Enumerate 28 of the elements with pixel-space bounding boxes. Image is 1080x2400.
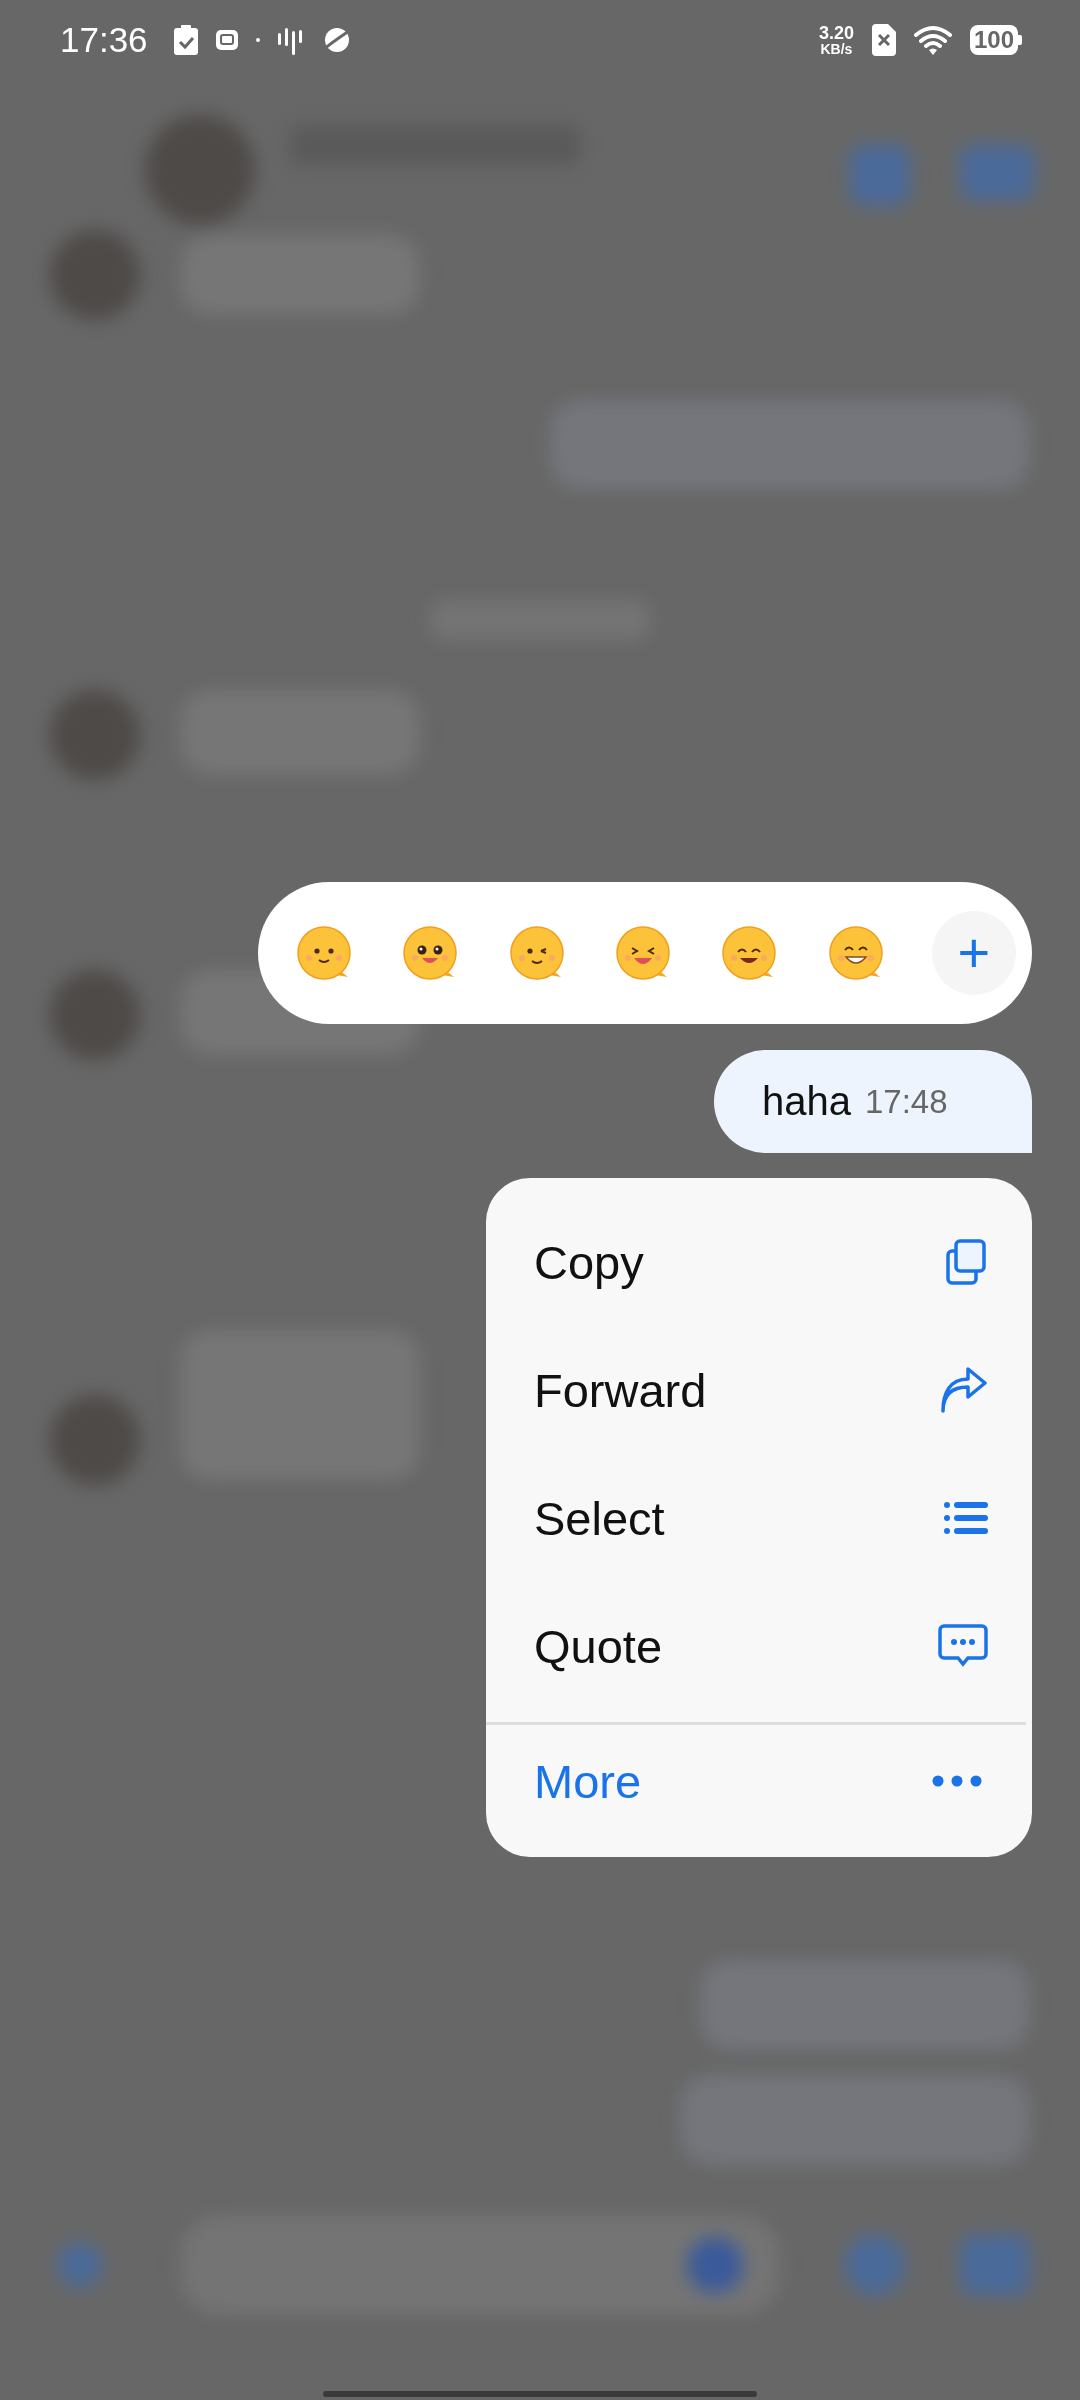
message-time: 17:48 — [865, 1082, 948, 1121]
blurred-add-icon — [58, 2243, 102, 2287]
blurred-video-icon — [960, 145, 1035, 200]
menu-item[interactable]: Quote — [486, 1582, 1032, 1710]
blurred-call-icon — [850, 145, 910, 205]
battery-indicator: 100 — [969, 25, 1022, 55]
message-text: haha — [762, 1079, 851, 1124]
share-arrow-icon — [940, 1367, 988, 1413]
clipboard-check-icon — [173, 25, 198, 55]
smiling-emoji-icon[interactable] — [294, 923, 354, 983]
menu-item[interactable]: Forward — [486, 1326, 1032, 1454]
blurred-send-icon — [687, 2237, 743, 2293]
squinting-laugh-emoji-icon[interactable] — [613, 923, 673, 983]
blurred-emoji-icon — [845, 2235, 905, 2295]
chat-bubble-icon — [938, 1624, 988, 1668]
more-icon — [932, 1775, 982, 1787]
wifi-icon — [913, 25, 952, 55]
menu-item[interactable]: Copy — [486, 1198, 1032, 1326]
sound-bars-icon — [277, 25, 302, 55]
app-notification-icon — [215, 30, 238, 50]
menu-item[interactable]: Select — [486, 1454, 1032, 1582]
copy-icon — [944, 1239, 988, 1285]
blurred-image-icon — [960, 2235, 1030, 2295]
add-reaction-button[interactable]: + — [931, 911, 1016, 995]
clock-time: 17:36 — [60, 20, 148, 60]
sim-card-x-icon — [871, 24, 896, 56]
network-speed: 3.20 KB/s — [818, 24, 854, 56]
list-icon — [944, 1502, 988, 1534]
